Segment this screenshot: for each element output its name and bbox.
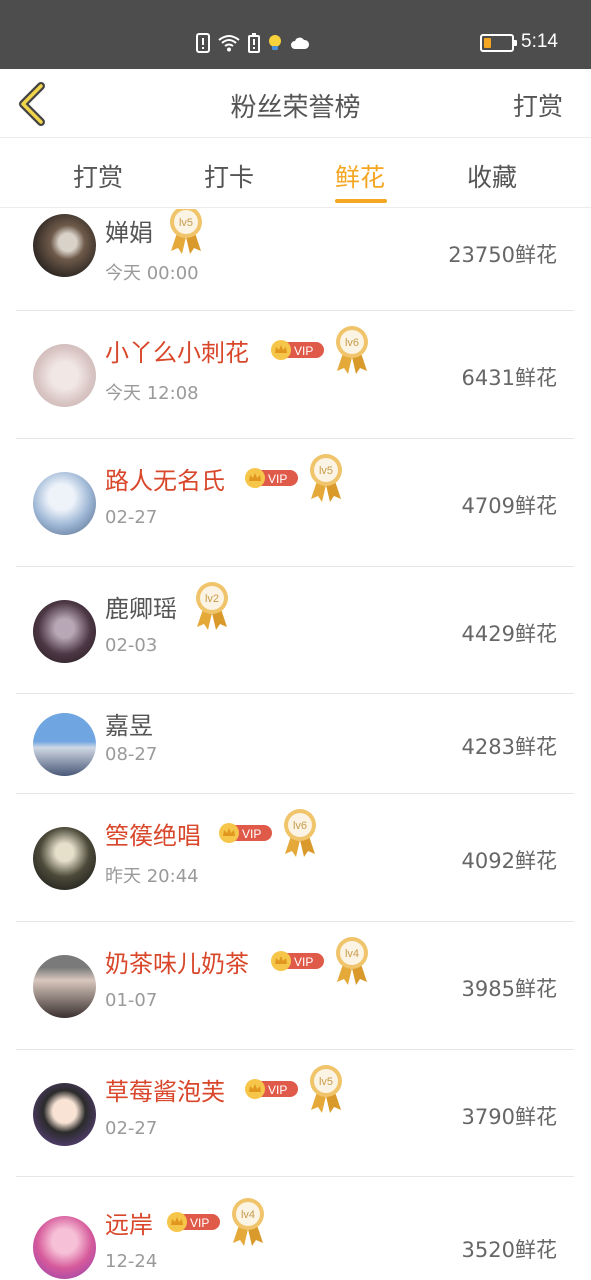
level-medal-icon: lv6 [284, 809, 316, 857]
fan-date: 今天 12:08 [105, 383, 199, 404]
avatar[interactable] [33, 344, 96, 407]
fan-name[interactable]: 小丫么小刺花 [105, 333, 249, 368]
alert-icon [196, 33, 210, 53]
level-label: lv5 [319, 1076, 333, 1088]
battery-level [484, 38, 491, 48]
fan-name[interactable]: 嘉昱 [105, 706, 153, 741]
fan-date: 12-24 [105, 1251, 158, 1272]
level-label: lv6 [293, 820, 307, 832]
fan-row[interactable]: 婵娟 lv5 今天 00:00 23750鲜花 [16, 209, 574, 311]
flower-count: 4283鲜花 [461, 735, 557, 759]
status-bar: 5:14 [0, 0, 591, 69]
tab-favorites[interactable]: 收藏 [467, 158, 517, 194]
avatar[interactable] [33, 713, 96, 776]
flower-count: 3520鲜花 [461, 1238, 557, 1262]
vip-label: VIP [268, 1083, 287, 1097]
nav-bar: 粉丝荣誉榜 打赏 [0, 69, 591, 138]
fan-row[interactable]: 鹿卿瑶 lv2 02-03 4429鲜花 [16, 567, 574, 694]
flower-count: 3985鲜花 [461, 977, 557, 1001]
fan-date: 01-07 [105, 990, 158, 1011]
reward-button[interactable]: 打赏 [513, 87, 563, 123]
level-label: lv5 [179, 217, 193, 229]
level-label: lv4 [345, 948, 359, 960]
fan-name[interactable]: 草莓酱泡芙 [105, 1072, 225, 1107]
vip-badge: VIP [245, 1079, 298, 1099]
level-medal-icon: lv5 [170, 209, 202, 254]
vip-badge: VIP [219, 823, 272, 843]
level-label: lv4 [241, 1209, 255, 1221]
battery-icon [480, 34, 517, 52]
level-medal-icon: lv4 [232, 1198, 264, 1246]
avatar[interactable] [33, 472, 96, 535]
back-button[interactable] [14, 81, 48, 127]
vip-badge: VIP [271, 951, 324, 971]
tab-reward[interactable]: 打赏 [73, 158, 123, 194]
level-label: lv5 [319, 465, 333, 477]
vip-label: VIP [268, 472, 287, 486]
fan-name[interactable]: 鹿卿瑶 [105, 589, 177, 624]
avatar[interactable] [33, 214, 96, 277]
fan-row[interactable]: 远岸 VIP lv4 12-24 3520鲜花 [16, 1177, 574, 1280]
level-medal-icon: lv5 [310, 1065, 342, 1113]
cloud-icon [290, 36, 310, 50]
fan-date: 02-03 [105, 635, 158, 656]
active-tab-indicator [335, 199, 387, 203]
vip-badge: VIP [245, 468, 298, 488]
level-medal-icon: lv4 [336, 937, 368, 985]
vip-badge: VIP [167, 1212, 220, 1232]
vip-badge: VIP [271, 340, 324, 360]
fan-date: 02-27 [105, 1118, 158, 1139]
fan-row[interactable]: 箜篌绝唱 VIP lv6 昨天 20:44 4092鲜花 [16, 794, 574, 922]
chevron-left-icon [19, 82, 45, 126]
fan-name[interactable]: 路人无名氏 [105, 461, 225, 496]
flower-count: 4709鲜花 [461, 494, 557, 518]
lightbulb-icon [267, 34, 283, 52]
tab-flowers[interactable]: 鲜花 [335, 158, 385, 194]
level-medal-icon: lv2 [196, 582, 228, 630]
flower-count: 4092鲜花 [461, 849, 557, 873]
fan-row[interactable]: 奶茶味儿奶茶 VIP lv4 01-07 3985鲜花 [16, 922, 574, 1050]
flower-count: 23750鲜花 [448, 243, 557, 267]
avatar[interactable] [33, 1083, 96, 1146]
page-title: 粉丝荣誉榜 [230, 93, 361, 123]
vip-label: VIP [242, 827, 261, 841]
flower-count: 6431鲜花 [461, 366, 557, 390]
fan-list[interactable]: 婵娟 lv5 今天 00:00 23750鲜花小丫么小刺花 VIP lv6 今天 12:08… [0, 209, 591, 1280]
vip-label: VIP [190, 1216, 209, 1230]
level-medal-icon: lv5 [310, 454, 342, 502]
flower-count: 3790鲜花 [461, 1105, 557, 1129]
fan-name[interactable]: 婵娟 [105, 213, 153, 248]
fan-row[interactable]: 小丫么小刺花 VIP lv6 今天 12:08 6431鲜花 [16, 311, 574, 439]
vip-label: VIP [294, 344, 313, 358]
status-icons [196, 33, 310, 53]
fan-name[interactable]: 奶茶味儿奶茶 [105, 944, 249, 979]
avatar[interactable] [33, 827, 96, 890]
fan-date: 02-27 [105, 507, 158, 528]
fan-date: 昨天 20:44 [105, 866, 199, 887]
tab-bar: 打赏 打卡 鲜花 收藏 [0, 138, 591, 208]
fan-date: 08-27 [105, 744, 158, 765]
vip-label: VIP [294, 955, 313, 969]
avatar[interactable] [33, 1216, 96, 1279]
status-time: 5:14 [521, 31, 558, 52]
flower-count: 4429鲜花 [461, 622, 557, 646]
level-medal-icon: lv6 [336, 326, 368, 374]
level-label: lv2 [205, 593, 219, 605]
level-label: lv6 [345, 337, 359, 349]
avatar[interactable] [33, 955, 96, 1018]
tab-checkin[interactable]: 打卡 [204, 158, 254, 194]
fan-date: 今天 00:00 [105, 263, 199, 284]
fan-row[interactable]: 嘉昱 08-27 4283鲜花 [16, 694, 574, 794]
avatar[interactable] [33, 600, 96, 663]
battery-saver-icon [248, 33, 260, 53]
fan-name[interactable]: 箜篌绝唱 [105, 816, 201, 851]
fan-row[interactable]: 草莓酱泡芙 VIP lv5 02-27 3790鲜花 [16, 1050, 574, 1177]
fan-name[interactable]: 远岸 [105, 1205, 153, 1240]
fan-row[interactable]: 路人无名氏 VIP lv5 02-27 4709鲜花 [16, 439, 574, 567]
wifi-icon [217, 34, 241, 52]
